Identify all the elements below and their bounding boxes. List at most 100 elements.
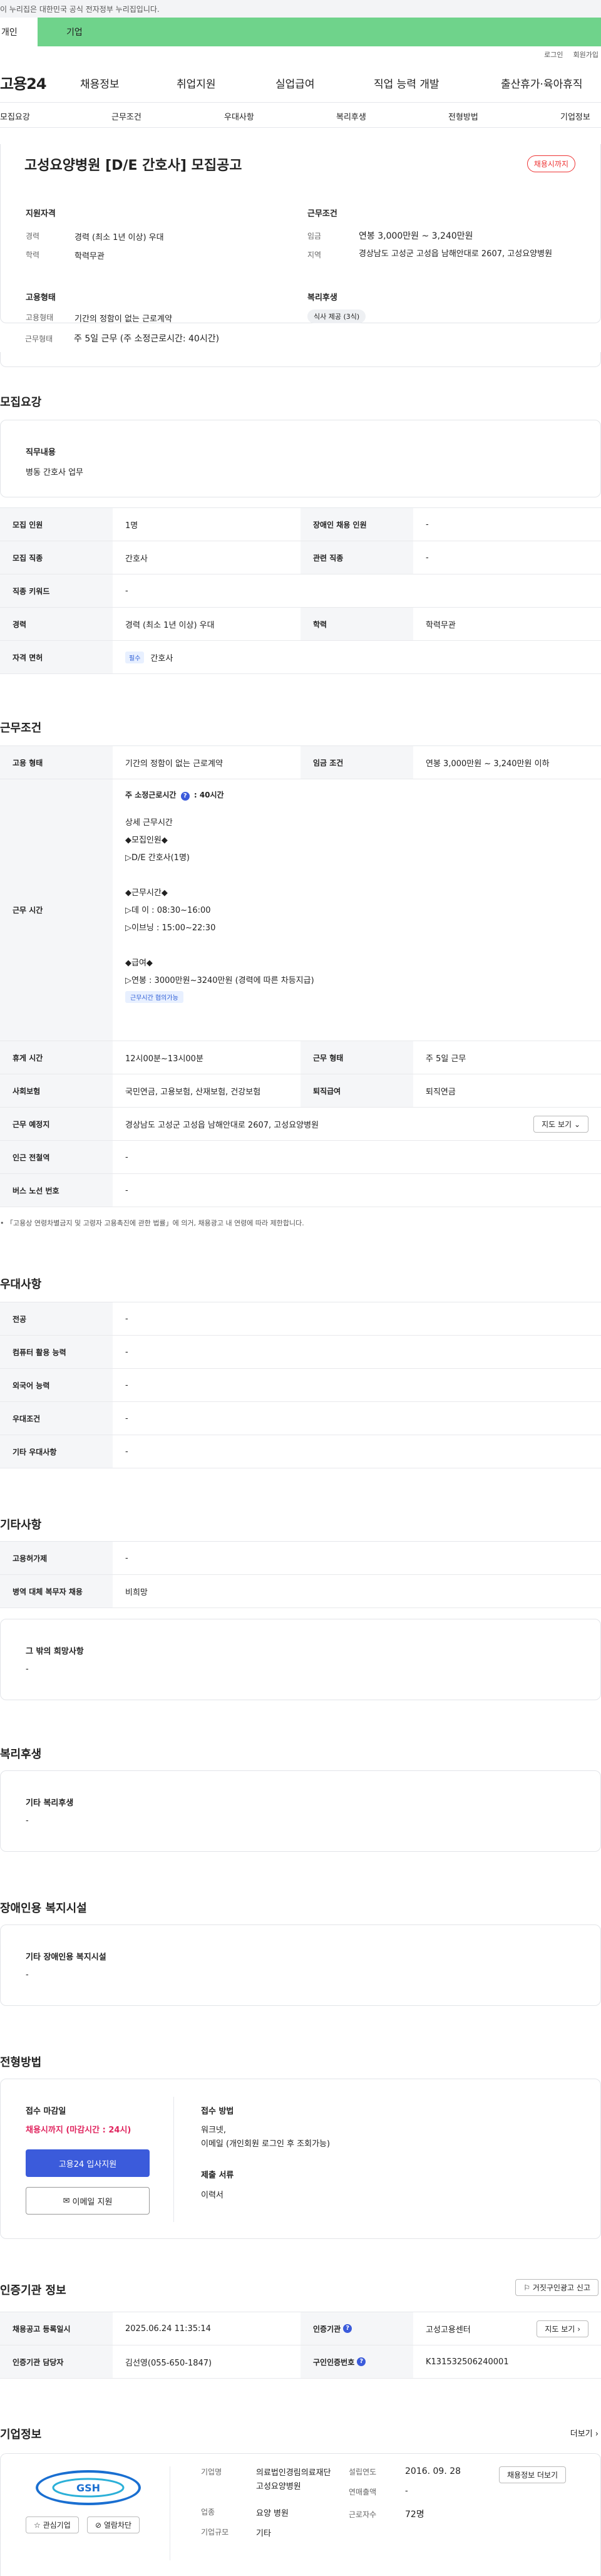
org-map-button[interactable]: 지도 보기 › xyxy=(537,2320,588,2337)
row-value: - xyxy=(125,586,128,596)
etc-title: 기타사항 xyxy=(0,1519,42,1532)
welfare-label: 기타 복리후생 xyxy=(26,1799,74,1808)
hours-cell: 주 소정근로시간 ? : 40시간 상세 근무시간 ◆모집인원◆ ▷D/E 간호… xyxy=(113,779,601,1041)
row-header: 우대조건 xyxy=(0,1402,113,1435)
segment-personal[interactable]: 개인 xyxy=(0,18,38,46)
deadline-value: 채용시까지 (마감시간 : 24시) xyxy=(26,2126,131,2135)
row-header: 장애인 채용 인원 xyxy=(300,508,413,541)
row-value: - xyxy=(125,1152,128,1162)
recruit-title: 모집요강 xyxy=(0,396,42,409)
report-icon: ⚐ xyxy=(523,2283,531,2292)
qual-career: 경력 (최소 1년 이상) 우대 xyxy=(74,233,164,242)
tab-screening[interactable]: 전형방법 xyxy=(448,110,478,122)
row-header: 직종 키워드 xyxy=(0,574,113,607)
row-value: - xyxy=(426,519,429,529)
row-value: 필수 간호사 xyxy=(113,641,601,673)
gnb-item-training[interactable]: 직업 능력 개발 xyxy=(374,75,439,91)
row-header: 인근 전철역 xyxy=(0,1141,113,1173)
row-value: 국민연금, 고용보험, 산재보험, 건강보험 xyxy=(125,1087,261,1097)
row-header: 임금 조건 xyxy=(300,746,413,779)
gnb-item-support[interactable]: 취업지원 xyxy=(177,75,216,91)
login-link[interactable]: 로그인 xyxy=(544,49,563,60)
tab-company[interactable]: 기업정보 xyxy=(560,110,590,122)
row-header: 버스 노선 번호 xyxy=(0,1174,113,1207)
star-icon: ☆ xyxy=(34,2521,41,2530)
tab-recruit[interactable]: 모집요강 xyxy=(0,110,30,122)
gnb-item-unemployment[interactable]: 실업급여 xyxy=(275,75,315,91)
table-row: 버스 노선 번호 - xyxy=(0,1174,601,1207)
hours-line: ◆근무시간◆ xyxy=(125,888,168,898)
screen-card: 접수 마감일 채용시까지 (마감시간 : 24시) 고용24 입사지원 ✉ 이메일… xyxy=(0,2079,601,2239)
age-notice: • 「고용상 연령차별금지 및 고령자 고용촉진에 관한 법률」에 의거, 채용… xyxy=(0,1219,304,1227)
org-value: 고성고용센터 xyxy=(426,2325,471,2335)
company-biz: 요양 병원 xyxy=(256,2509,289,2518)
row-header: 근무 예정지 xyxy=(0,1108,113,1140)
table-row: 사회보험 국민연금, 고용보험, 산재보험, 건강보험 퇴직급여 퇴직연금 xyxy=(0,1074,601,1108)
table-row: 전공 - xyxy=(0,1302,601,1336)
info-icon[interactable]: ? xyxy=(180,792,190,801)
row-header: 고용허가제 xyxy=(0,1542,113,1574)
job-title: 고성요양병원 [D/E 간호사] 모집공고 xyxy=(24,158,242,174)
cond-region-label: 지역 xyxy=(307,251,322,259)
hours-negotiable-tag: 근무시간 협의가능 xyxy=(125,991,183,1003)
company-logo-mark: GSH xyxy=(52,2478,125,2498)
row-header: 경력 xyxy=(0,608,113,640)
info-icon[interactable]: ? xyxy=(343,2324,352,2333)
disabled-title: 장애인용 복지시설 xyxy=(0,1902,87,1915)
table-row: 병역 대체 복무자 채용 비희망 xyxy=(0,1575,601,1608)
map-button[interactable]: 지도 보기 ⌄ xyxy=(533,1115,588,1133)
chevron-right-icon: › xyxy=(577,2324,580,2334)
row-value: - xyxy=(125,1185,128,1195)
status-badge: 채용시까지 xyxy=(527,155,575,172)
method-value-1: 워크넷, xyxy=(201,2126,227,2135)
join-link[interactable]: 회원가입 xyxy=(573,49,598,60)
company-biz-label: 업종 xyxy=(201,2508,215,2516)
row-value: 고성고용센터 지도 보기 › xyxy=(413,2312,601,2345)
row-value: - xyxy=(125,1314,128,1324)
hours-head: 주 소정근로시간 xyxy=(125,791,177,799)
cond-wage: 연봉 3,000만원 ~ 3,240만원 xyxy=(359,231,473,241)
block-company-button[interactable]: ⊘ 열람차단 xyxy=(87,2516,140,2533)
other-wish-label: 그 밖의 희망사항 xyxy=(26,1647,84,1656)
company-card: GSH ☆ 관심기업 ⊘ 열람차단 기업명 의료법인경림의료재단고성요양병원 업… xyxy=(0,2453,601,2576)
disabled-card: 기타 장애인용 복지시설 - xyxy=(0,1924,601,2006)
row-header: 채용공고 등록일시 xyxy=(0,2312,113,2345)
favorite-company-button[interactable]: ☆ 관심기업 xyxy=(26,2516,79,2533)
row-header: 모집 인원 xyxy=(0,508,113,541)
row-header: 전공 xyxy=(0,1302,113,1335)
report-button[interactable]: ⚐ 거짓구인광고 신고 xyxy=(515,2279,598,2296)
company-size-label: 기업규모 xyxy=(201,2528,229,2537)
segment-corporate[interactable]: 기업 xyxy=(38,18,601,46)
deadline-label: 접수 마감일 xyxy=(26,2107,66,2116)
license-value: 간호사 xyxy=(150,653,173,663)
apply-button[interactable]: 고용24 입사지원 xyxy=(26,2149,150,2177)
company-name-label: 기업명 xyxy=(201,2468,222,2476)
cond-wage-label: 임금 xyxy=(307,232,322,241)
company-sales-label: 연매출액 xyxy=(349,2488,377,2496)
tab-welfare[interactable]: 복리후생 xyxy=(336,110,366,122)
table-row: 근무 예정지 경상남도 고성군 고성읍 남해안대로 2607, 고성요양병원 지… xyxy=(0,1108,601,1141)
info-icon[interactable]: ? xyxy=(357,2357,366,2366)
welfare-value: - xyxy=(26,1816,29,1826)
site-logo[interactable]: 고용24 xyxy=(0,71,47,93)
divider xyxy=(173,2097,174,2222)
chevron-right-icon: › xyxy=(595,2429,598,2439)
company-jobs-button[interactable]: 채용정보 더보기 xyxy=(499,2466,567,2483)
company-staff-label: 근로자수 xyxy=(349,2510,377,2519)
gnb-item-jobs[interactable]: 채용정보 xyxy=(80,75,120,91)
gnb-item-leave[interactable]: 출산휴가·육아휴직 xyxy=(501,75,583,91)
method-value-2: 이메일 (개인회원 로그인 후 조회가능) xyxy=(201,2139,331,2149)
section-tabs: 모집요강 근무조건 우대사항 복리후생 전형방법 기업정보 xyxy=(0,103,601,128)
company-logo: GSH xyxy=(36,2470,141,2505)
util-nav: 로그인 회원가입 xyxy=(0,46,601,63)
cond-region: 경상남도 고성군 고성읍 남해안대로 2607, 고성요양병원 xyxy=(359,249,553,259)
chevron-down-icon: ⌄ xyxy=(573,1119,580,1129)
segment-bar: 개인 기업 xyxy=(0,18,601,46)
tab-preference[interactable]: 우대사항 xyxy=(224,110,254,122)
email-apply-button[interactable]: ✉ 이메일 지원 xyxy=(26,2187,150,2215)
table-row: 모집 직종 간호사 관련 직종 - xyxy=(0,541,601,574)
mail-icon: ✉ xyxy=(63,2196,70,2206)
table-row: 근무 시간 주 소정근로시간 ? : 40시간 상세 근무시간 ◆모집인원◆ ▷… xyxy=(0,779,601,1041)
company-more-link[interactable]: 더보기 › xyxy=(570,2427,598,2439)
tab-conditions[interactable]: 근무조건 xyxy=(111,110,141,122)
